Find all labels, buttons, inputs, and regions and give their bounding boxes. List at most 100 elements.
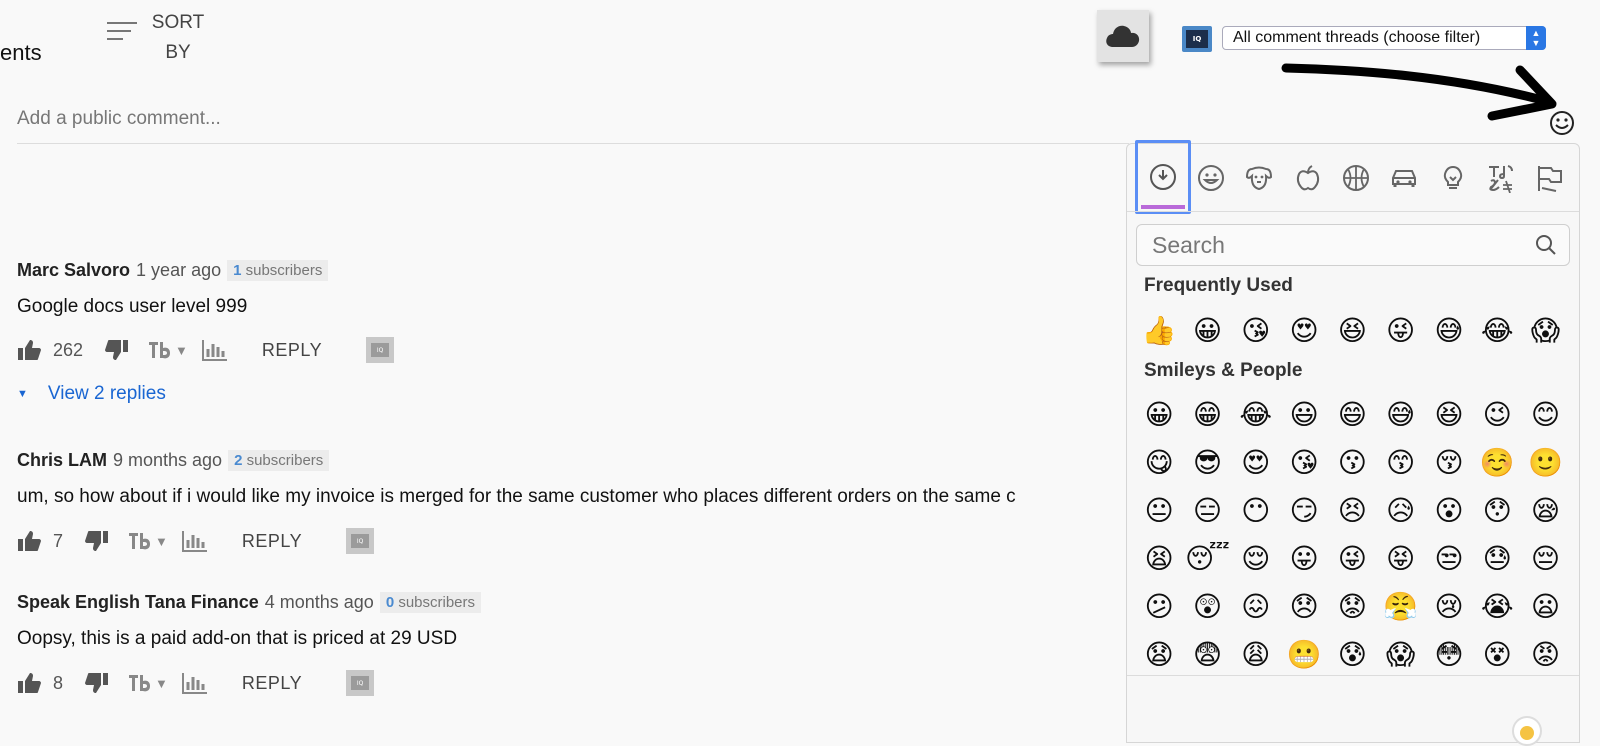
emoji-item[interactable]: 😫 bbox=[1135, 534, 1183, 582]
category-symbols[interactable] bbox=[1477, 144, 1525, 212]
sort-icon[interactable] bbox=[107, 22, 137, 46]
emoji-item[interactable]: 😆 bbox=[1328, 306, 1376, 354]
emoji-item[interactable]: 😗 bbox=[1328, 438, 1376, 486]
category-food[interactable] bbox=[1284, 144, 1332, 212]
thumbs-up-icon[interactable] bbox=[17, 339, 41, 361]
thumbs-down-icon[interactable] bbox=[105, 339, 129, 361]
emoji-item[interactable]: 😎 bbox=[1183, 438, 1231, 486]
thumbs-up-icon[interactable] bbox=[17, 672, 41, 694]
emoji-item[interactable]: 😴 bbox=[1183, 534, 1231, 582]
skin-tone-button[interactable] bbox=[1512, 716, 1542, 746]
tubebuddy-icon[interactable] bbox=[127, 531, 151, 551]
emoji-item[interactable]: 😀 bbox=[1135, 390, 1183, 438]
emoji-item[interactable]: 😰 bbox=[1328, 630, 1376, 678]
emoji-item[interactable]: 😆 bbox=[1425, 390, 1473, 438]
emoji-item[interactable]: 😃 bbox=[1280, 390, 1328, 438]
emoji-item[interactable]: 😖 bbox=[1232, 582, 1280, 630]
comment-author[interactable]: Chris LAM bbox=[17, 450, 107, 471]
emoji-item[interactable]: 😍 bbox=[1280, 306, 1328, 354]
emoji-item[interactable]: 😐 bbox=[1135, 486, 1183, 534]
reply-button[interactable]: REPLY bbox=[242, 673, 302, 694]
emoji-item[interactable]: 😀 bbox=[1183, 306, 1231, 354]
emoji-item[interactable]: 👍 bbox=[1135, 306, 1183, 354]
category-animals[interactable] bbox=[1235, 144, 1283, 212]
analytics-icon[interactable] bbox=[181, 530, 208, 552]
emoji-item[interactable]: 😡 bbox=[1521, 630, 1569, 678]
public-comment-input[interactable]: Add a public comment... bbox=[17, 108, 221, 130]
select-arrows-icon[interactable]: ▲ ▼ bbox=[1526, 26, 1546, 50]
emoji-item[interactable]: 😙 bbox=[1376, 438, 1424, 486]
emoji-item[interactable]: 😱 bbox=[1376, 630, 1424, 678]
comment-time[interactable]: 1 year ago bbox=[136, 260, 221, 281]
category-travel[interactable] bbox=[1380, 144, 1428, 212]
emoji-item[interactable]: 😉 bbox=[1473, 390, 1521, 438]
emoji-item[interactable]: 😊 bbox=[1521, 390, 1569, 438]
thumbs-down-icon[interactable] bbox=[85, 672, 109, 694]
emoji-item[interactable]: 😪 bbox=[1521, 486, 1569, 534]
emoji-item[interactable]: 😣 bbox=[1328, 486, 1376, 534]
emoji-item[interactable]: 😄 bbox=[1328, 390, 1376, 438]
emoji-item[interactable]: 😧 bbox=[1135, 630, 1183, 678]
emoji-picker-button[interactable] bbox=[1549, 110, 1575, 141]
sort-by-button[interactable]: SORT BY bbox=[150, 8, 206, 68]
emoji-item[interactable]: 😜 bbox=[1328, 534, 1376, 582]
reply-button[interactable]: REPLY bbox=[242, 531, 302, 552]
emoji-item[interactable]: 😩 bbox=[1232, 630, 1280, 678]
emoji-item[interactable]: 🙂 bbox=[1521, 438, 1569, 486]
tubebuddy-icon[interactable] bbox=[147, 340, 171, 360]
category-objects[interactable] bbox=[1428, 144, 1476, 212]
iq-mini-button[interactable]: IQ bbox=[366, 337, 395, 363]
emoji-item[interactable]: 😍 bbox=[1232, 438, 1280, 486]
emoji-item[interactable]: ☺️ bbox=[1473, 438, 1521, 486]
reply-button[interactable]: REPLY bbox=[262, 340, 322, 361]
comment-time[interactable]: 9 months ago bbox=[113, 450, 222, 471]
dropdown-triangle-icon[interactable]: ▼ bbox=[155, 534, 168, 549]
emoji-item[interactable]: 😋 bbox=[1135, 438, 1183, 486]
analytics-icon[interactable] bbox=[181, 672, 208, 694]
category-recent[interactable] bbox=[1135, 140, 1191, 214]
iq-mini-button[interactable]: IQ bbox=[346, 528, 375, 554]
comment-author[interactable]: Speak English Tana Finance bbox=[17, 592, 259, 613]
emoji-item[interactable]: 😬 bbox=[1280, 630, 1328, 678]
cloud-button[interactable] bbox=[1097, 10, 1149, 62]
comment-time[interactable]: 4 months ago bbox=[265, 592, 374, 613]
emoji-item[interactable]: 😲 bbox=[1183, 582, 1231, 630]
emoji-item[interactable]: 😑 bbox=[1183, 486, 1231, 534]
emoji-item[interactable]: 😯 bbox=[1473, 486, 1521, 534]
emoji-item[interactable]: 😛 bbox=[1280, 534, 1328, 582]
category-activity[interactable] bbox=[1332, 144, 1380, 212]
emoji-item[interactable]: 😞 bbox=[1280, 582, 1328, 630]
emoji-item[interactable]: 😳 bbox=[1425, 630, 1473, 678]
emoji-item[interactable]: 😤 bbox=[1376, 582, 1424, 630]
emoji-item[interactable]: 😅 bbox=[1425, 306, 1473, 354]
emoji-item[interactable]: 😅 bbox=[1376, 390, 1424, 438]
dropdown-triangle-icon[interactable]: ▼ bbox=[175, 343, 188, 358]
emoji-item[interactable]: 😱 bbox=[1521, 306, 1569, 354]
emoji-item[interactable]: 😓 bbox=[1473, 534, 1521, 582]
emoji-item[interactable]: 😝 bbox=[1376, 534, 1424, 582]
emoji-item[interactable]: 😌 bbox=[1232, 534, 1280, 582]
emoji-item[interactable]: 😂 bbox=[1232, 390, 1280, 438]
emoji-item[interactable]: 😂 bbox=[1473, 306, 1521, 354]
emoji-item[interactable]: 😒 bbox=[1425, 534, 1473, 582]
dropdown-triangle-icon[interactable]: ▼ bbox=[155, 676, 168, 691]
analytics-icon[interactable] bbox=[201, 339, 228, 361]
category-flags[interactable] bbox=[1525, 144, 1573, 212]
tubebuddy-icon[interactable] bbox=[127, 673, 151, 693]
emoji-item[interactable]: 😥 bbox=[1376, 486, 1424, 534]
emoji-item[interactable]: 😚 bbox=[1425, 438, 1473, 486]
emoji-item[interactable]: 😵 bbox=[1473, 630, 1521, 678]
emoji-item[interactable]: 😜 bbox=[1376, 306, 1424, 354]
category-smileys[interactable] bbox=[1187, 144, 1235, 212]
emoji-item[interactable]: 😁 bbox=[1183, 390, 1231, 438]
emoji-search-input[interactable]: Search bbox=[1136, 224, 1570, 266]
emoji-item[interactable]: 😏 bbox=[1280, 486, 1328, 534]
emoji-item[interactable]: 😭 bbox=[1473, 582, 1521, 630]
emoji-item[interactable]: 😶 bbox=[1232, 486, 1280, 534]
emoji-item[interactable]: 😢 bbox=[1425, 582, 1473, 630]
comment-author[interactable]: Marc Salvoro bbox=[17, 260, 130, 281]
emoji-item[interactable]: 😮 bbox=[1425, 486, 1473, 534]
emoji-item[interactable]: 😘 bbox=[1280, 438, 1328, 486]
emoji-item[interactable]: 😕 bbox=[1135, 582, 1183, 630]
thumbs-up-icon[interactable] bbox=[17, 530, 41, 552]
